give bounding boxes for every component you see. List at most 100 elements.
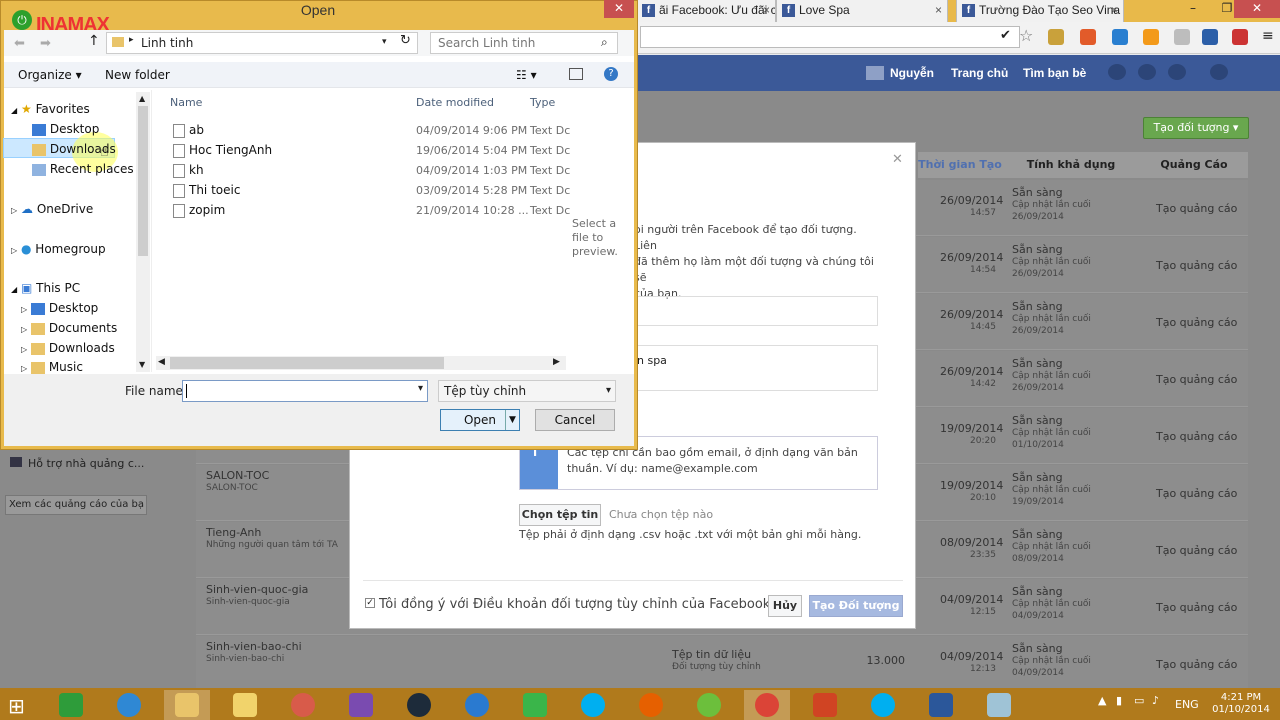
taskbar-word[interactable]	[918, 690, 964, 720]
url-input[interactable]	[640, 26, 1020, 48]
browser-tab-1[interactable]: f ãi Facebook: Ưu đãi c ×	[636, 0, 776, 22]
minimize-icon[interactable]: –	[1178, 0, 1208, 18]
cancel-button[interactable]: Cancel	[535, 409, 615, 431]
close-icon[interactable]: ×	[1111, 0, 1118, 20]
network-icon[interactable]: ▮	[1116, 694, 1122, 707]
preview-pane-icon[interactable]	[569, 68, 583, 80]
bookmark-star-icon[interactable]: ☆	[1019, 26, 1033, 45]
scroll-left-icon[interactable]: ◀	[158, 357, 165, 367]
nav-desktop[interactable]: Desktop	[32, 122, 99, 136]
choose-file-button[interactable]: Chọn tệp tin	[519, 504, 601, 526]
column-type[interactable]: Type	[530, 96, 555, 109]
audience-name-input[interactable]	[634, 296, 878, 326]
nav-pc-music[interactable]: ▷ Music	[21, 360, 83, 374]
nav-pc-desktop[interactable]: ▷ Desktop	[21, 301, 98, 315]
create-ad-link[interactable]: Tạo quảng cáo	[1156, 658, 1237, 671]
taskbar-app[interactable]	[396, 690, 442, 720]
back-icon[interactable]: ⬅	[14, 36, 25, 51]
create-audience-submit-button[interactable]: Tạo Đối tượng	[809, 595, 903, 617]
browser-tab-2[interactable]: f Love Spa ×	[776, 0, 948, 22]
column-header-availability[interactable]: Tính khả dụng	[1002, 152, 1140, 178]
taskbar-vs[interactable]	[338, 690, 384, 720]
create-ad-link[interactable]: Tạo quảng cáo	[1156, 487, 1237, 500]
taskbar-app[interactable]	[686, 690, 732, 720]
column-header-ads[interactable]: Quảng Cáo	[1140, 152, 1248, 178]
taskbar-app[interactable]	[454, 690, 500, 720]
organize-menu[interactable]: Organize ▾	[18, 68, 82, 82]
taskbar-firefox[interactable]	[628, 690, 674, 720]
taskbar-powerpoint[interactable]	[802, 690, 848, 720]
volume-icon[interactable]: ♪	[1152, 694, 1159, 707]
path-breadcrumb[interactable]: Linh tinh	[106, 32, 418, 54]
file-name[interactable]: Hoc TiengAnh	[189, 143, 272, 157]
nav-onedrive[interactable]: ▷ ☁ OneDrive	[11, 202, 93, 216]
agree-checkbox[interactable]: ✓	[365, 598, 375, 608]
dialog-close-icon[interactable]: ✕	[604, 0, 634, 18]
browser-tab-3[interactable]: f Trường Đào Tạo Seo Vina ×	[956, 0, 1124, 22]
create-ad-link[interactable]: Tạo quảng cáo	[1156, 202, 1237, 215]
help-icon[interactable]: ?	[604, 67, 618, 81]
start-button[interactable]: ⊞	[0, 690, 46, 720]
modal-cancel-button[interactable]: Hủy	[768, 595, 802, 617]
nav-profile[interactable]: Nguyễn	[890, 66, 934, 80]
nav-home[interactable]: Trang chủ	[951, 66, 1008, 80]
window-close-icon[interactable]: ✕	[1234, 0, 1280, 18]
close-icon[interactable]: ×	[763, 0, 770, 20]
split-arrow-icon[interactable]: ▼	[505, 410, 519, 430]
tray-arrow-icon[interactable]: ▲	[1098, 694, 1106, 707]
support-link[interactable]: Hỗ trợ nhà quảng c...	[10, 457, 144, 470]
taskbar-skype[interactable]	[860, 690, 906, 720]
extension-icon[interactable]	[1048, 29, 1064, 45]
audience-description-input[interactable]: n spa	[634, 345, 878, 391]
scroll-right-icon[interactable]: ▶	[553, 357, 560, 367]
modal-close-icon[interactable]: ✕	[892, 152, 903, 167]
column-header-created[interactable]: Thời gian Tạo	[918, 152, 1002, 178]
view-ads-button[interactable]: Xem các quảng cáo của bạ	[5, 495, 147, 515]
audience-name[interactable]: Tieng-Anh	[206, 526, 261, 539]
close-icon[interactable]: ×	[935, 0, 942, 20]
create-ad-link[interactable]: Tạo quảng cáo	[1156, 430, 1237, 443]
nav-pc-downloads[interactable]: ▷ Downloads	[21, 341, 115, 355]
extension-icon[interactable]	[1202, 29, 1218, 45]
settings-icon[interactable]	[1210, 64, 1228, 80]
column-date-modified[interactable]: Date modified	[416, 96, 494, 109]
language-indicator[interactable]: ENG	[1175, 698, 1199, 711]
create-ad-link[interactable]: Tạo quảng cáo	[1156, 316, 1237, 329]
create-ad-link[interactable]: Tạo quảng cáo	[1156, 373, 1237, 386]
taskbar-app[interactable]	[222, 690, 268, 720]
nav-find-friends[interactable]: Tìm bạn bè	[1023, 66, 1086, 80]
refresh-icon[interactable]: ↻	[400, 33, 411, 48]
create-ad-link[interactable]: Tạo quảng cáo	[1156, 544, 1237, 557]
taskbar-chrome[interactable]	[744, 690, 790, 720]
chevron-down-icon[interactable]: ▾	[418, 383, 423, 394]
file-list-scroll-thumb[interactable]	[170, 357, 444, 369]
chevron-down-icon[interactable]: ▾	[382, 37, 387, 47]
taskbar-app[interactable]	[512, 690, 558, 720]
up-icon[interactable]: ↑	[88, 33, 100, 49]
taskbar-store[interactable]	[48, 690, 94, 720]
notifications-icon[interactable]	[1168, 64, 1186, 80]
extension-icon[interactable]	[1143, 29, 1159, 45]
file-name[interactable]: zopim	[189, 203, 225, 217]
scroll-up-icon[interactable]: ▲	[139, 94, 145, 103]
friend-requests-icon[interactable]	[1108, 64, 1126, 80]
nav-scroll-thumb[interactable]	[138, 106, 148, 256]
battery-icon[interactable]: ▭	[1134, 694, 1144, 707]
file-name[interactable]: ab	[189, 123, 204, 137]
nav-homegroup[interactable]: ▷ ● Homegroup	[11, 242, 106, 256]
taskbar-skype[interactable]	[570, 690, 616, 720]
file-type-select[interactable]: Tệp tùy chỉnh ▾	[438, 380, 616, 402]
create-ad-link[interactable]: Tạo quảng cáo	[1156, 259, 1237, 272]
taskbar-app[interactable]	[280, 690, 326, 720]
taskbar-ie[interactable]	[106, 690, 152, 720]
nav-favorites[interactable]: ◢ ★ Favorites	[11, 102, 90, 116]
open-button[interactable]: Open ▼	[440, 409, 520, 431]
messages-icon[interactable]	[1138, 64, 1156, 80]
extension-icon[interactable]	[1174, 29, 1190, 45]
nav-this-pc[interactable]: ◢ ▣ This PC	[11, 281, 80, 295]
extension-icon[interactable]	[1112, 29, 1128, 45]
gmail-icon[interactable]	[1232, 29, 1248, 45]
column-name[interactable]: Name	[170, 96, 202, 109]
file-name[interactable]: Thi toeic	[189, 183, 240, 197]
clock[interactable]: 4:21 PM 01/10/2014	[1211, 692, 1271, 716]
